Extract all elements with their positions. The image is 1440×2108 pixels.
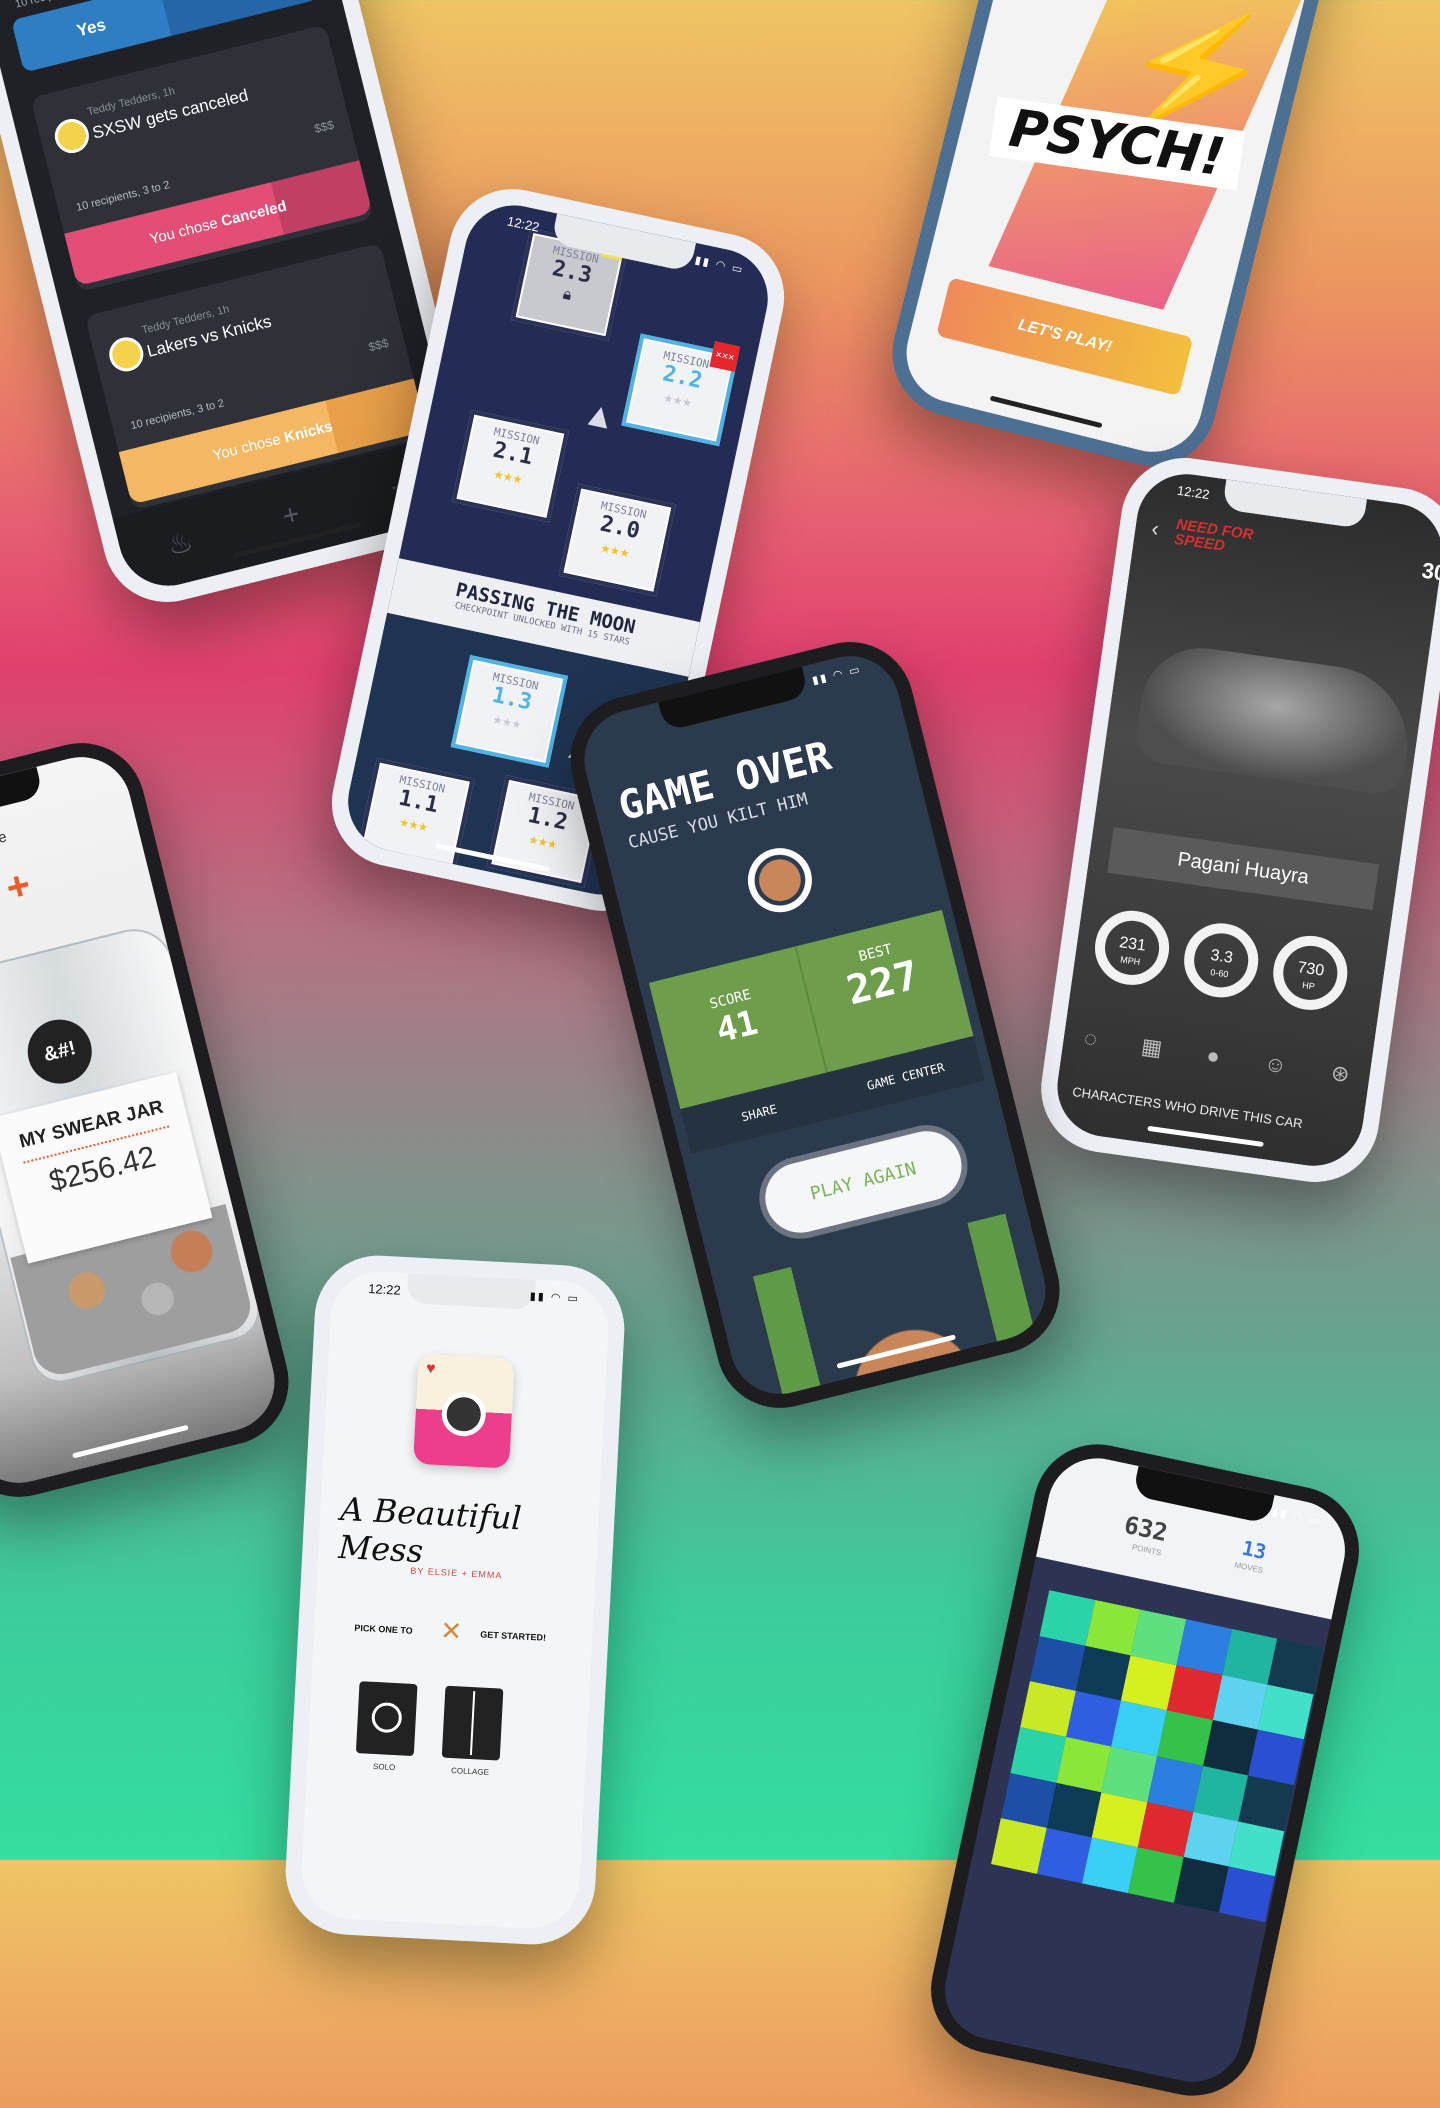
app-icon: ♥ <box>413 1353 515 1469</box>
heart-icon: ♥ <box>425 1360 436 1378</box>
stat-ring: 231 MPH <box>1090 906 1174 990</box>
color-grid[interactable] <box>991 1590 1324 1923</box>
bet-card[interactable]: Teddy Tedders, 1h SXSW gets canceled $$$… <box>30 24 374 292</box>
notch <box>0 766 44 831</box>
car-phone: 12:22 ‹ NEED FOR SPEED 30 Pagani Huayra … <box>1032 449 1440 1191</box>
record-icon[interactable]: ● <box>1205 1042 1222 1070</box>
score-header <box>1035 1449 1355 1620</box>
car-name-plate: Pagani Huayra <box>1107 827 1380 910</box>
plus-icon[interactable]: + <box>279 498 303 533</box>
characters-label: CHARACTERS WHO DRIVE THIS CAR <box>1071 1084 1304 1132</box>
choice-prefix: You chose <box>148 214 220 248</box>
puzzle-phone: ▮▮ ◠ ▭ 632 POINTS 13 MOVES <box>919 1432 1371 2108</box>
mission-card[interactable]: MISSION 2.0 ★★★ <box>558 483 677 597</box>
moves-value: 13 <box>1239 1535 1269 1565</box>
notch <box>1222 479 1367 529</box>
mission-card[interactable]: MISSION 1.3 ★★★ <box>450 655 569 768</box>
mission-card[interactable]: MISSION 2.1 ★★★ <box>451 409 570 523</box>
back-icon[interactable]: ‹ <box>1150 516 1161 543</box>
choice-value: Knicks <box>282 417 335 447</box>
play-again-label: PLAY AGAIN <box>808 1158 919 1205</box>
collage-icon <box>469 1691 476 1756</box>
add-icon[interactable]: + <box>2 863 36 912</box>
card-recipients: 10 recipients, 3 to 2 <box>129 397 226 433</box>
car-image <box>1133 640 1418 797</box>
home-indicator <box>1147 1125 1264 1148</box>
swear-jar-phone: Welcome + &#! MY SWEAR JAR $256.42 <box>0 729 303 1511</box>
status-time: 12:22 <box>505 213 541 235</box>
collage-button[interactable] <box>441 1685 504 1761</box>
welcome-label: Welcome <box>0 828 9 860</box>
person-icon[interactable]: ☺ <box>1263 1050 1289 1079</box>
solo-button[interactable] <box>355 1681 418 1757</box>
stat-ring: 730 HP <box>1268 931 1353 1015</box>
solo-label: SOLO <box>372 1761 396 1773</box>
card-money: $$$ <box>312 117 336 136</box>
notch <box>406 1273 536 1310</box>
clapper-icon[interactable]: ▦ <box>1140 1033 1164 1062</box>
started-label: GET STARTED! <box>479 1629 547 1643</box>
car-name: Pagani Huayra <box>1176 848 1311 889</box>
camera-lens <box>440 1391 487 1438</box>
camera-icon <box>370 1701 403 1734</box>
avatar <box>51 115 93 157</box>
card-recipients: 10 recipients, 3 to 2 <box>74 179 172 214</box>
status-icons: ▮▮ ◠ ▭ <box>529 1290 581 1306</box>
corner-number: 30 <box>1420 557 1440 586</box>
stat-ring: 3.3 0-60 <box>1179 918 1263 1003</box>
status-icons: ▮▮ ◠ ▭ <box>811 663 863 688</box>
psych-phone: ⚡ PSYCH! LET'S PLAY! <box>879 0 1371 480</box>
pick-label: PICK ONE TO <box>354 1622 413 1636</box>
monkey-avatar <box>741 841 819 919</box>
mission-card[interactable]: MISSION 1.1 ★★★ <box>357 757 475 871</box>
home-indicator <box>989 395 1103 429</box>
monkey-hands <box>752 1213 1042 1405</box>
choice-prefix: You chose <box>210 430 283 465</box>
game-over-phone: ▮▮ ◠ ▭ GAME OVER CAUSE YOU KILT HIM SCOR… <box>556 628 1074 1422</box>
no-button[interactable]: No <box>158 0 320 36</box>
status-time: 12:22 <box>1176 482 1211 503</box>
yes-button[interactable]: Yes <box>11 0 172 73</box>
icon-row: ◌ ▦ ● ☺ ⊛ <box>1082 1025 1351 1088</box>
status-time: 12:22 <box>367 1281 402 1298</box>
rocket-icon: ▲ <box>579 393 621 438</box>
collage-label: COLLAGE <box>450 1766 490 1778</box>
nfs-logo: NEED FOR SPEED <box>1173 515 1255 555</box>
avatar <box>105 333 147 375</box>
card-money: $$$ <box>367 335 390 355</box>
loading-icon[interactable]: ◌ <box>1082 1025 1098 1053</box>
flame-icon[interactable]: ♨ <box>164 524 196 562</box>
steering-wheel-icon[interactable]: ⊛ <box>1329 1060 1351 1088</box>
play-again-button[interactable]: PLAY AGAIN <box>757 1123 969 1241</box>
skull-badge: ××× <box>709 341 741 372</box>
grid-cell[interactable] <box>1219 1866 1275 1923</box>
home-indicator <box>72 1424 189 1459</box>
choice-value: Canceled <box>219 197 289 231</box>
beautiful-mess-phone: 12:22 ▮▮ ◠ ▭ ♥ A Beautiful Mess BY ELSIE… <box>282 1252 628 1948</box>
arrows-icon: ✕ <box>439 1615 463 1647</box>
status-icons: ▮▮ ◠ ▭ <box>693 254 746 277</box>
